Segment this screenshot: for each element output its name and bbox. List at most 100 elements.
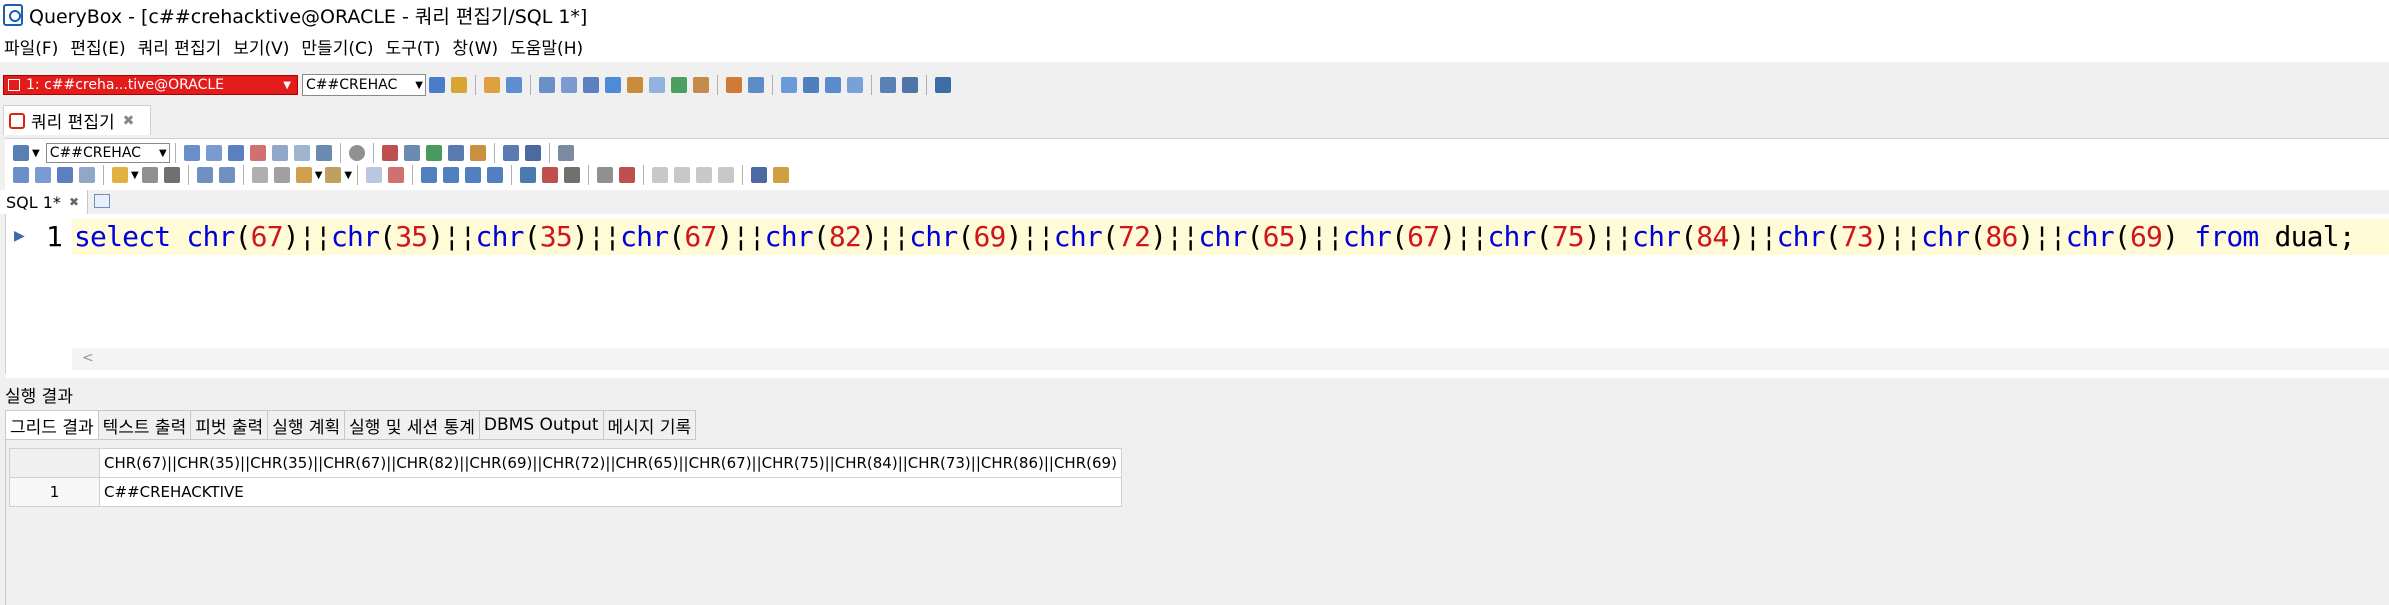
goto-line-icon[interactable] [564, 167, 581, 183]
describe-icon[interactable] [425, 145, 442, 161]
bind-variable-icon[interactable] [447, 145, 464, 161]
uncomment-icon[interactable] [619, 167, 636, 183]
menu-tools[interactable]: 도구(T) [381, 34, 448, 59]
outdent-icon[interactable] [718, 167, 735, 183]
connection-select[interactable]: 1: c##creha...tive@ORACLE ▼ [3, 75, 298, 95]
tab-message-history[interactable]: 메시지 기록 [603, 410, 697, 440]
print-icon[interactable] [141, 167, 158, 183]
sql-editor[interactable]: ▶ 1 select chr(67)¦¦chr(35)¦¦chr(35)¦¦ch… [5, 214, 2389, 374]
rollback-icon[interactable] [506, 77, 522, 93]
macro-icon[interactable] [751, 167, 768, 183]
schema-browser-icon[interactable] [605, 77, 621, 93]
sql-code-line[interactable]: select chr(67)¦¦chr(35)¦¦chr(35)¦¦chr(67… [74, 220, 2356, 253]
save-icon[interactable] [57, 167, 73, 183]
options-icon[interactable] [557, 145, 574, 161]
open-file-icon[interactable] [35, 167, 51, 183]
step-icon[interactable] [271, 145, 288, 161]
table-row[interactable]: 1 C##CREHACKTIVE [9, 477, 1122, 507]
window-icon[interactable] [803, 77, 819, 93]
close-icon[interactable]: ✖ [123, 113, 135, 129]
session-icon[interactable] [748, 77, 764, 93]
connect-icon[interactable] [429, 77, 445, 93]
layout-icon[interactable] [880, 77, 896, 93]
comment-icon[interactable] [597, 167, 614, 183]
paste-icon[interactable] [295, 167, 312, 183]
row-number[interactable]: 1 [9, 477, 100, 507]
chevron-down-icon[interactable]: ▼ [344, 170, 352, 181]
clear-bookmark-icon[interactable] [542, 167, 559, 183]
menu-help[interactable]: 도움말(H) [506, 34, 591, 59]
tile-icon[interactable] [502, 145, 519, 161]
run-selection-icon[interactable] [227, 145, 244, 161]
horizontal-scrollbar[interactable]: < [72, 348, 2389, 370]
new-tab-icon[interactable] [94, 194, 110, 208]
menu-view[interactable]: 보기(V) [229, 34, 297, 59]
run-icon[interactable] [183, 145, 200, 161]
replace-icon[interactable] [487, 167, 504, 183]
redo-icon[interactable] [218, 167, 235, 183]
trace-icon[interactable] [315, 145, 332, 161]
split-icon[interactable] [524, 145, 541, 161]
grid-icon[interactable] [403, 145, 420, 161]
menu-create[interactable]: 만들기(C) [297, 34, 381, 59]
table-icon[interactable] [627, 77, 643, 93]
cut-icon[interactable] [251, 167, 268, 183]
table-cell[interactable]: C##CREHACKTIVE [99, 477, 1122, 507]
history-icon[interactable] [469, 145, 486, 161]
settings-icon[interactable] [13, 145, 29, 161]
new-query-icon[interactable] [539, 77, 555, 93]
compare-icon[interactable] [847, 77, 863, 93]
find-icon[interactable] [421, 167, 438, 183]
indent-icon[interactable] [696, 167, 713, 183]
import-icon[interactable] [693, 77, 709, 93]
key-icon[interactable] [451, 77, 467, 93]
stop-icon[interactable] [348, 145, 365, 161]
panel-icon[interactable] [902, 77, 918, 93]
export-icon[interactable] [671, 77, 687, 93]
bookmark-icon[interactable] [520, 167, 537, 183]
chevron-down-icon[interactable]: ▼ [315, 170, 323, 181]
monitor-icon[interactable] [781, 77, 797, 93]
tab-text-output[interactable]: 텍스트 출력 [98, 410, 192, 440]
snippet-icon[interactable] [773, 167, 790, 183]
tab-session-stats[interactable]: 실행 및 세션 통계 [345, 410, 480, 440]
find-next-icon[interactable] [443, 167, 460, 183]
tab-execution-plan[interactable]: 실행 계획 [268, 410, 346, 440]
clipboard-icon[interactable] [325, 167, 342, 183]
select-all-icon[interactable] [366, 167, 383, 183]
save-as-icon[interactable] [79, 167, 95, 183]
menu-window[interactable]: 창(W) [448, 34, 506, 59]
search-icon[interactable] [583, 77, 599, 93]
run-script-icon[interactable] [205, 145, 222, 161]
new-file-icon[interactable] [13, 167, 29, 183]
row-number-header[interactable] [9, 448, 100, 478]
tab-dbms-output[interactable]: DBMS Output [479, 410, 604, 440]
schema-select[interactable]: C##CREHAC ▼ [302, 74, 426, 96]
explain-plan-icon[interactable] [293, 145, 310, 161]
print-preview-icon[interactable] [163, 167, 180, 183]
tab-pivot-output[interactable]: 피벗 출력 [191, 410, 269, 440]
chevron-down-icon[interactable]: ▼ [131, 170, 139, 181]
close-icon[interactable]: ✖ [69, 195, 79, 209]
scroll-left-icon[interactable]: < [82, 350, 94, 366]
format-icon[interactable] [381, 145, 398, 161]
user-icon[interactable] [726, 77, 742, 93]
folder-icon[interactable] [112, 167, 128, 183]
open-editor-icon[interactable] [561, 77, 577, 93]
tab-grid-results[interactable]: 그리드 결과 [5, 410, 99, 440]
filter-icon[interactable] [935, 77, 951, 93]
uppercase-icon[interactable] [652, 167, 669, 183]
editor-schema-select[interactable]: C##CREHAC ▼ [45, 143, 170, 163]
copy-icon[interactable] [273, 167, 290, 183]
clear-icon[interactable] [388, 167, 405, 183]
undo-icon[interactable] [196, 167, 213, 183]
column-header[interactable]: CHR(67)||CHR(35)||CHR(35)||CHR(67)||CHR(… [99, 448, 1122, 478]
menu-file[interactable]: 파일(F) [0, 34, 66, 59]
menu-edit[interactable]: 편집(E) [66, 34, 133, 59]
commit-icon[interactable] [484, 77, 500, 93]
run-to-cursor-icon[interactable] [249, 145, 266, 161]
tab-sql-1[interactable]: SQL 1* ✖ [0, 190, 88, 214]
tab-query-editor[interactable]: 쿼리 편집기 ✖ [3, 105, 151, 135]
lowercase-icon[interactable] [674, 167, 691, 183]
find-previous-icon[interactable] [465, 167, 482, 183]
